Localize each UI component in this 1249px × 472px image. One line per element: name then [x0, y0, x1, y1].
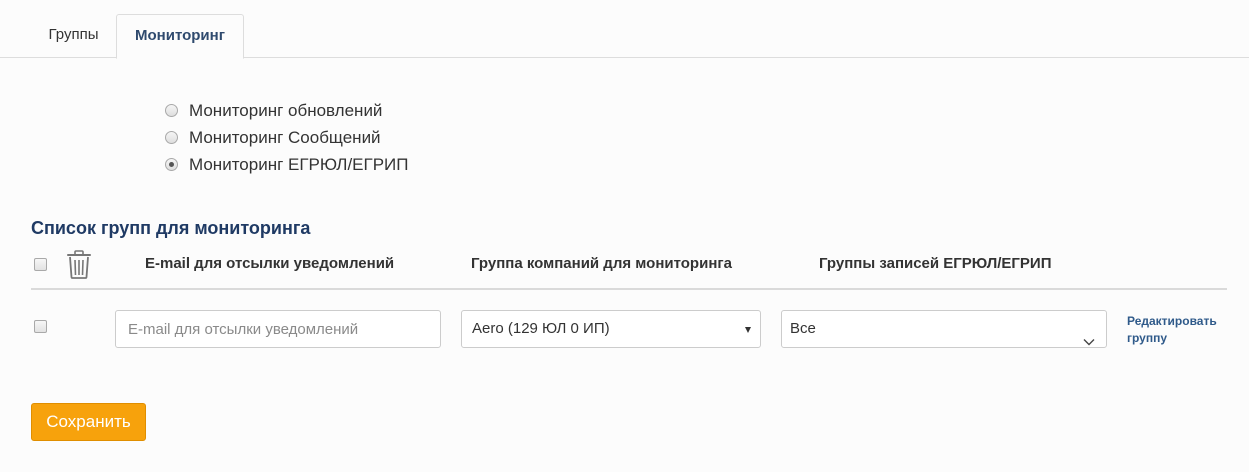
radio-label: Мониторинг Сообщений [189, 127, 381, 147]
edit-group-link[interactable]: Редактировать группу [1127, 313, 1227, 347]
radio-updates-monitoring[interactable]: Мониторинг обновлений [165, 97, 409, 124]
record-group-select[interactable]: Все [781, 310, 1107, 348]
monitoring-type-radio-group: Мониторинг обновлений Мониторинг Сообщен… [165, 97, 409, 178]
radio-button[interactable] [165, 104, 178, 117]
select-value: Aero (129 ЮЛ 0 ИП) [472, 320, 610, 337]
tab-monitoring[interactable]: Мониторинг [116, 14, 244, 59]
caret-down-icon [745, 327, 751, 333]
select-all-checkbox[interactable] [34, 258, 47, 271]
column-header-record-groups: Группы записей ЕГРЮЛ/ЕГРИП [819, 255, 1052, 272]
tab-bar: Группы Мониторинг [0, 14, 1249, 59]
header-divider [31, 288, 1227, 290]
radio-egrul-monitoring[interactable]: Мониторинг ЕГРЮЛ/ЕГРИП [165, 151, 409, 178]
select-value: Все [790, 320, 816, 337]
trash-icon[interactable] [66, 250, 92, 284]
column-header-company-group: Группа компаний для мониторинга [471, 255, 732, 272]
email-field[interactable] [115, 310, 441, 348]
radio-label: Мониторинг ЕГРЮЛ/ЕГРИП [189, 154, 409, 174]
radio-label: Мониторинг обновлений [189, 100, 383, 120]
save-button[interactable]: Сохранить [31, 403, 146, 441]
column-header-email: E-mail для отсылки уведомлений [145, 255, 395, 272]
row-checkbox[interactable] [34, 320, 47, 333]
chevron-down-icon [1083, 324, 1095, 360]
radio-button-checked[interactable] [165, 158, 178, 171]
radio-messages-monitoring[interactable]: Мониторинг Сообщений [165, 124, 409, 151]
monitoring-page: Группы Мониторинг Мониторинг обновлений … [0, 0, 1249, 472]
company-group-select[interactable]: Aero (129 ЮЛ 0 ИП) [461, 310, 761, 348]
tab-groups[interactable]: Группы [31, 14, 116, 58]
section-title: Список групп для мониторинга [31, 218, 311, 238]
radio-button[interactable] [165, 131, 178, 144]
